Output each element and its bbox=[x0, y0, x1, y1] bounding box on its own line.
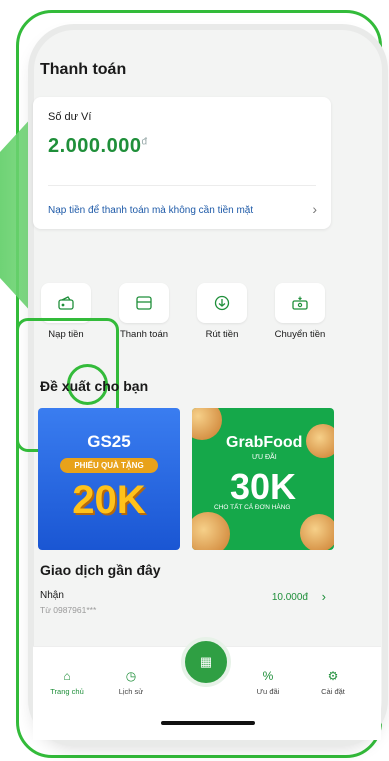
transfer-icon bbox=[275, 283, 325, 323]
food-image bbox=[306, 424, 334, 458]
balance-amount: 2.000.000 bbox=[48, 135, 142, 157]
action-payment[interactable]: Thanh toán bbox=[111, 283, 177, 340]
home-indicator bbox=[161, 721, 255, 725]
recent-title: Giao dịch gần đây bbox=[40, 562, 161, 578]
settings-icon: ⚙ bbox=[327, 669, 339, 683]
promo-value: 30K bbox=[230, 466, 297, 507]
currency-symbol: đ bbox=[141, 136, 148, 148]
chevron-right-icon: › bbox=[321, 589, 326, 604]
wallet-label: Số dư Ví bbox=[48, 111, 92, 123]
chevron-right-icon[interactable]: › bbox=[312, 201, 317, 217]
nav-history-label: Lịch sử bbox=[118, 687, 144, 696]
action-payment-label: Thanh toán bbox=[119, 329, 169, 340]
wallet-topup-icon bbox=[41, 283, 91, 323]
nav-home[interactable]: ⌂ Trang chủ bbox=[39, 669, 95, 696]
percent-icon: % bbox=[262, 669, 274, 683]
qr-scan-icon: ▦ bbox=[199, 654, 213, 669]
home-icon: ⌂ bbox=[63, 669, 71, 683]
transaction-row[interactable]: Nhận Từ 0987961*** 10.000đ › bbox=[40, 589, 330, 626]
page-title: Thanh toán bbox=[40, 61, 127, 78]
nav-home-label: Trang chủ bbox=[50, 687, 84, 696]
transaction-source: Từ 0987961*** bbox=[40, 605, 97, 615]
promo-tag: ƯU ĐÃI bbox=[252, 454, 277, 461]
history-icon: ◷ bbox=[125, 669, 137, 683]
wallet-balance: 2.000.000đ bbox=[48, 135, 148, 158]
promo-tag: PHIẾU QUÀ TẶNG bbox=[60, 458, 158, 473]
food-image bbox=[192, 512, 230, 550]
nav-offers[interactable]: % Ưu đãi bbox=[240, 669, 296, 696]
topup-link[interactable]: Nạp tiền để thanh toán mà không cần tiền… bbox=[48, 205, 253, 216]
promo-brand: GrabFood bbox=[226, 434, 303, 451]
food-image bbox=[192, 408, 222, 440]
action-withdraw[interactable]: Rút tiền bbox=[189, 283, 255, 340]
action-withdraw-label: Rút tiền bbox=[205, 329, 239, 340]
suggest-title: Đề xuất cho bạn bbox=[40, 378, 149, 394]
promo-brand: GS25 bbox=[87, 432, 131, 451]
promo-value: 20K bbox=[72, 478, 146, 522]
nav-history[interactable]: ◷ Lịch sử bbox=[103, 669, 159, 696]
card-icon bbox=[119, 283, 169, 323]
nav-settings[interactable]: ⚙ Cài đặt bbox=[305, 669, 361, 696]
action-transfer[interactable]: Chuyển tiền bbox=[267, 283, 333, 340]
transaction-amount: 10.000đ bbox=[271, 592, 308, 603]
withdraw-icon bbox=[197, 283, 247, 323]
action-transfer-label: Chuyển tiền bbox=[274, 329, 326, 340]
divider bbox=[48, 185, 316, 186]
promo-card-grabfood[interactable]: GrabFood ƯU ĐÃI 30K CHO TẤT CẢ ĐƠN HÀNG bbox=[192, 408, 334, 550]
nav-settings-label: Cài đặt bbox=[321, 687, 345, 696]
nav-offers-label: Ưu đãi bbox=[256, 687, 280, 696]
qr-scan-button[interactable]: ▦ bbox=[181, 637, 231, 687]
promo-note: CHO TẤT CẢ ĐƠN HÀNG bbox=[214, 504, 291, 511]
transaction-type: Nhận bbox=[40, 590, 64, 601]
wallet-card[interactable]: Số dư Ví 2.000.000đ Nạp tiền để thanh to… bbox=[33, 97, 331, 229]
food-image bbox=[300, 514, 334, 550]
promo-card-gs25[interactable]: GS25 PHIẾU QUÀ TẶNG 20K bbox=[38, 408, 180, 550]
bottom-nav: ⌂ Trang chủ ◷ Lịch sử ▦ % Ưu đãi ⚙ Cài đ… bbox=[33, 637, 381, 740]
